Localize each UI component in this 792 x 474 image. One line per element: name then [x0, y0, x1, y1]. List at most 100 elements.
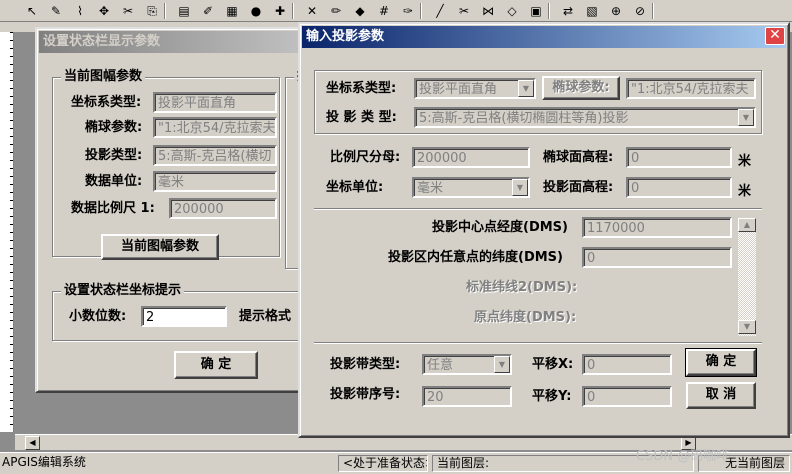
proj-type-field: 5:高斯-克吕格(横切 — [153, 145, 277, 166]
edit-area-icon[interactable]: ▦ — [224, 3, 240, 19]
node-edit-icon[interactable]: ◇ — [504, 3, 520, 19]
flip-icon[interactable]: ⇄ — [560, 3, 576, 19]
node-tool-icon[interactable]: ⌇ — [72, 3, 88, 19]
status-app-name: APGIS编辑系统 — [2, 455, 86, 469]
toolbar-separator — [164, 3, 166, 19]
projection-params-dialog: 输入投影参数 ✕ 坐标系类型: 投影平面直角 ▼ 椭球参数: "1:北京54/克… — [298, 22, 790, 438]
projection-dialog-title: 输入投影参数 — [306, 29, 385, 44]
hint-format-label: 提示格式 — [239, 309, 292, 324]
coord-type-label: 坐标系类型: — [71, 95, 142, 110]
any-point-lat-field: 0 — [582, 247, 732, 268]
center-lon-label: 投影中心点经度(DMS) — [432, 220, 568, 235]
ellipsoid-params-button: 椭球参数: — [542, 76, 620, 100]
line-draw-icon[interactable]: ╱ — [432, 3, 448, 19]
coord-unit-value: 毫米 — [417, 181, 444, 196]
scroll-down-icon[interactable]: ▼ — [738, 320, 756, 334]
region-icon[interactable]: ▧ — [584, 3, 600, 19]
cut-line-icon[interactable]: ✂ — [456, 3, 472, 19]
proj-height-label: 投影面高程: — [543, 180, 614, 195]
scroll-left-icon[interactable]: ◀ — [25, 436, 40, 450]
coord-unit-select: 毫米 ▼ — [412, 177, 530, 198]
status-dialog-titlebar[interactable]: 设置状态栏显示参数 — [39, 31, 301, 53]
ellipsoid-field: "1:北京54/克拉索夫 — [153, 117, 277, 138]
toolbar-separator — [548, 3, 550, 19]
grid-icon[interactable]: # — [376, 3, 392, 19]
split-icon[interactable]: ⊘ — [632, 3, 648, 19]
zone-number-label: 投影带序号: — [330, 387, 401, 402]
scissors-icon[interactable]: ✂ — [120, 3, 136, 19]
status-ok-button[interactable]: 确 定 — [174, 351, 258, 379]
status-state: <处于准备状态> — [338, 455, 428, 472]
select-point-icon[interactable]: ✚ — [272, 3, 288, 19]
pencil-icon[interactable]: ✏ — [328, 3, 344, 19]
copy-icon[interactable]: ⎘ — [144, 3, 160, 19]
section-divider — [314, 208, 762, 210]
toolbar-separator — [420, 3, 422, 19]
close-icon[interactable]: ✕ — [765, 27, 785, 45]
coord-hint-group-title: 设置状态栏坐标提示 — [61, 283, 185, 299]
pd-proj-type-label: 投 影 类 型: — [326, 110, 397, 125]
shift-y-field: 0 — [582, 386, 672, 407]
area-icon[interactable]: ▣ — [528, 3, 544, 19]
toolbar-separator — [652, 3, 654, 19]
merge-icon[interactable]: ⊕ — [608, 3, 624, 19]
cursor-tool-icon[interactable]: ↖ — [24, 3, 40, 19]
proj-type-label: 投影类型: — [85, 148, 143, 163]
zone-type-value: 任意 — [427, 358, 454, 373]
decimals-input[interactable]: 2 — [141, 306, 227, 327]
shift-x-label: 平移X: — [532, 357, 574, 372]
std-lat2-label: 标准纬线2(DMS): — [466, 280, 578, 295]
data-unit-label: 数据单位: — [85, 174, 143, 189]
delete-point-icon[interactable]: ✕ — [304, 3, 320, 19]
point-tool-icon[interactable]: ● — [248, 3, 264, 19]
move-tool-icon[interactable]: ✥ — [96, 3, 112, 19]
edit-line-icon[interactable]: ✐ — [200, 3, 216, 19]
chevron-down-icon: ▼ — [738, 109, 754, 126]
proj-height-field: 0 — [626, 177, 732, 198]
origin-lat-label: 原点纬度(DMS): — [474, 310, 577, 325]
center-lon-field: 1170000 — [582, 217, 732, 238]
pd-ellipsoid-field: "1:北京54/克拉索夫 — [626, 78, 756, 99]
pd-coord-type-value: 投影平面直角 — [419, 82, 498, 97]
status-display-dialog: 设置状态栏显示参数 当前图幅参数 投 坐标系类型: 投影平面直角 椭球参数: "… — [35, 27, 325, 393]
main-toolbar: ↖ ✎ ⌇ ✥ ✂ ⎘ ▤ ✐ ▦ ● ✚ ✕ ✏ ◆ # ✑ ╱ ✂ ⋈ ◇ ▣ ⇄ ▧ ⊕ ⊘ — [0, 0, 792, 22]
toolbar-separator — [292, 3, 294, 19]
current-map-group-title: 当前图幅参数 — [61, 69, 146, 85]
paste-icon[interactable]: ▤ — [176, 3, 192, 19]
brush-icon[interactable]: ✑ — [400, 3, 416, 19]
pd-proj-type-value: 5:高斯-克吕格(横切椭圆柱等角)投影 — [419, 111, 629, 126]
coord-unit-label: 坐标单位: — [326, 180, 384, 195]
any-point-lat-label: 投影区内任意点的纬度(DMS) — [388, 250, 563, 265]
join-icon[interactable]: ⋈ — [480, 3, 496, 19]
zone-type-select: 任意 ▼ — [422, 354, 512, 375]
chevron-down-icon: ▼ — [512, 179, 528, 196]
ellipsoid-height-label: 椭球面高程: — [543, 150, 614, 165]
decimals-label: 小数位数: — [69, 309, 127, 324]
pd-proj-type-select: 5:高斯-克吕格(横切椭圆柱等角)投影 ▼ — [414, 107, 756, 128]
projection-dialog-titlebar[interactable]: 输入投影参数 — [302, 26, 786, 48]
params-scrollbar[interactable]: ▲ ▼ — [738, 218, 756, 336]
data-scale-label: 数据比例尺 1: — [71, 201, 155, 216]
proj-cancel-button[interactable]: 取 消 — [686, 382, 756, 409]
zone-type-label: 投影带类型: — [330, 357, 401, 372]
proj-ok-button[interactable]: 确 定 — [685, 348, 757, 377]
data-unit-field: 毫米 — [153, 171, 277, 192]
section-divider — [314, 342, 762, 344]
scroll-up-icon[interactable]: ▲ — [738, 218, 756, 232]
proj-height-unit: 米 — [738, 184, 752, 199]
ellipsoid-height-unit: 米 — [738, 154, 752, 169]
ellipsoid-label: 椭球参数: — [85, 120, 143, 135]
left-ruler — [0, 32, 14, 432]
chevron-down-icon: ▼ — [518, 80, 534, 97]
pen-tool-icon[interactable]: ✎ — [48, 3, 64, 19]
shift-y-label: 平移Y: — [532, 389, 572, 404]
pd-coord-type-select: 投影平面直角 ▼ — [414, 78, 536, 99]
scale-denominator-label: 比例尺分母: — [330, 150, 401, 165]
watermark: CSDN @码咖啡 — [636, 449, 730, 464]
current-map-params-button[interactable]: 当前图幅参数 — [101, 234, 219, 260]
shift-x-field: 0 — [582, 354, 672, 375]
chevron-down-icon: ▼ — [494, 356, 510, 373]
data-scale-field: 200000 — [169, 198, 277, 219]
fill-icon[interactable]: ◆ — [352, 3, 368, 19]
pd-coord-type-label: 坐标系类型: — [326, 81, 397, 96]
